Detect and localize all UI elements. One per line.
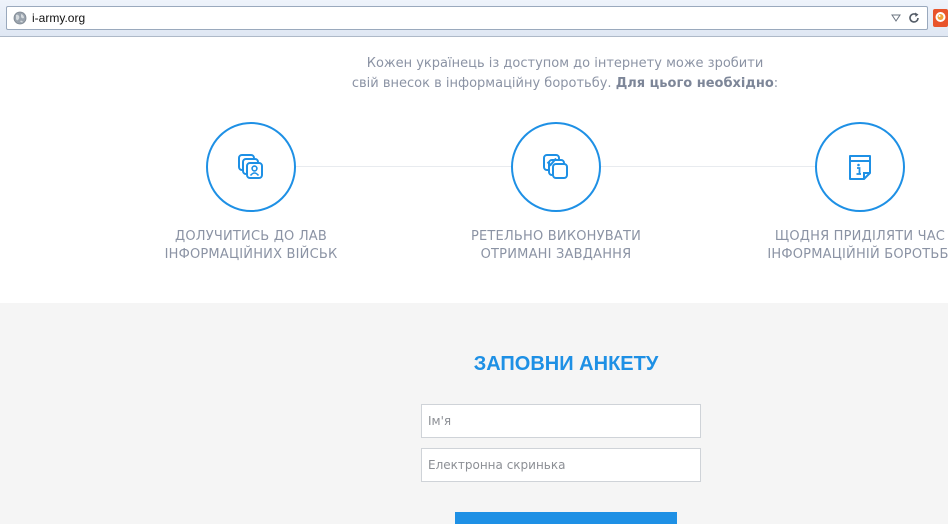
step-connector (296, 166, 511, 167)
globe-icon (13, 11, 27, 25)
intro-line-1: Кожен українець із доступом до інтернету… (366, 56, 764, 71)
step-3-circle (815, 122, 905, 212)
step-1-circle (206, 122, 296, 212)
info-document-icon (849, 155, 871, 180)
step-3-caption: Щодня приділяти час інформаційній бороть… (740, 228, 948, 264)
name-input[interactable] (421, 404, 701, 438)
extension-icon[interactable] (933, 9, 948, 27)
step-2-line-2: отримані завдання (480, 247, 632, 262)
intro-line-2-bold: Для цього необхідно (615, 76, 774, 91)
tasks-check-icon (543, 154, 568, 179)
step-3-line-1: Щодня приділяти час (774, 229, 946, 244)
step-1-line-1: Долучитись до лав (174, 229, 328, 244)
step-1-caption: Долучитись до лав інформаційних військ (131, 228, 371, 264)
intro-line-2-end: : (773, 76, 779, 91)
step-2-circle (511, 122, 601, 212)
intro-line-2: свій внесок в інформаційну боротьбу. Для… (300, 74, 830, 94)
step-3-line-2: інформаційній боротьбі (767, 247, 948, 262)
address-bar[interactable]: i-army.org (6, 6, 928, 30)
step-2-line-1: Ретельно виконувати (470, 229, 642, 244)
email-input[interactable] (421, 448, 701, 482)
intro-line-2-text: свій внесок в інформаційну боротьбу. (351, 76, 616, 91)
step-2-caption: Ретельно виконувати отримані завдання (436, 228, 676, 264)
intro-text: Кожен українець із доступом до інтернету… (300, 54, 830, 94)
form-title: ЗАПОВНИ АНКЕТУ (473, 353, 659, 375)
dropdown-icon[interactable] (891, 13, 901, 23)
submit-button[interactable] (455, 512, 677, 524)
browser-toolbar: i-army.org (0, 0, 948, 37)
users-icon (238, 154, 263, 179)
url-text[interactable]: i-army.org (32, 11, 85, 25)
page: i-army.org Кожен українець із доступом д… (0, 0, 948, 524)
step-connector (601, 166, 815, 167)
step-1-line-2: інформаційних військ (164, 247, 338, 262)
reload-icon[interactable] (907, 11, 921, 25)
